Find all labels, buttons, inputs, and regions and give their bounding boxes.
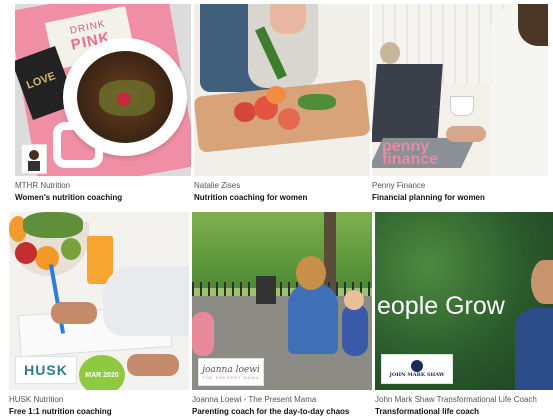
card-title[interactable]: Women's nutrition coaching <box>15 193 122 202</box>
card-author: Joanna Loewi - The Present Mama <box>192 395 317 404</box>
card-natalie-zises[interactable]: Natalie Zises Nutrition coaching for wom… <box>194 4 370 204</box>
card-title[interactable]: Parenting coach for the day-to-day chaos <box>192 407 349 416</box>
trees <box>192 212 372 288</box>
sleeve <box>103 266 189 336</box>
card-penny-finance[interactable]: penny finance Penny Finance Financial pl… <box>372 4 548 204</box>
card-thumbnail[interactable]: DRINK PINK LOVE <box>15 4 191 176</box>
husk-logo: HUSK <box>15 356 77 384</box>
card-thumbnail[interactable]: eople Grow JOHN MARK SHAW <box>375 212 553 390</box>
card-author: Penny Finance <box>372 181 426 190</box>
card-thumbnail[interactable]: HUSK MAR 2020 <box>9 212 189 390</box>
date-badge-text: MAR 2020 <box>85 371 119 379</box>
trash-bin <box>256 276 276 304</box>
card-john-mark-shaw[interactable]: eople Grow JOHN MARK SHAW John Mark Shaw… <box>375 212 553 419</box>
person-hair <box>518 4 548 46</box>
logo-name: joanna loewi <box>202 364 260 375</box>
card-thumbnail[interactable]: joanna loewi THE PRESENT MAMA <box>192 212 372 390</box>
cup <box>450 96 474 116</box>
logo-subtitle: THE PRESENT MAMA <box>202 374 260 380</box>
card-title[interactable]: Financial planning for women <box>372 193 485 202</box>
greens <box>23 212 83 238</box>
berry <box>117 92 131 106</box>
hand <box>446 126 486 142</box>
card-author: Natalie Zises <box>194 181 241 190</box>
hand-2 <box>127 354 179 376</box>
card-mthr-nutrition[interactable]: DRINK PINK LOVE MTHR Nutrition Women's n… <box>15 4 191 204</box>
kiwi <box>61 238 81 260</box>
person-shirt <box>515 308 553 390</box>
mother <box>288 284 338 354</box>
mother-hair <box>296 256 326 290</box>
card-title[interactable]: Nutrition coaching for women <box>194 193 307 202</box>
child <box>342 304 368 356</box>
card-author: HUSK Nutrition <box>9 395 64 404</box>
child-head <box>344 290 364 310</box>
penny-brand: penny finance <box>382 139 439 168</box>
card-author: MTHR Nutrition <box>15 181 71 190</box>
orange <box>35 246 59 270</box>
laptop-screen <box>372 64 443 142</box>
date-badge: MAR 2020 <box>79 355 125 390</box>
person-head <box>531 260 553 304</box>
joanna-loewi-logo: joanna loewi THE PRESENT MAMA <box>198 358 264 386</box>
hand <box>51 302 97 324</box>
love-text: LOVE <box>24 70 58 92</box>
toddler <box>192 312 214 356</box>
logo-text: JOHN MARK SHAW <box>389 372 445 378</box>
compass-icon <box>411 360 423 372</box>
card-title[interactable]: Transformational life coach <box>375 407 479 416</box>
card-thumbnail[interactable]: penny finance <box>372 4 548 176</box>
brand-finance: finance <box>382 151 439 168</box>
herbs <box>298 94 336 110</box>
husk-logo-text: HUSK <box>24 362 68 378</box>
tomato <box>234 102 256 122</box>
card-title[interactable]: Free 1:1 nutrition coaching <box>9 407 112 416</box>
tomato <box>266 86 286 104</box>
hand <box>270 4 306 34</box>
card-thumbnail[interactable] <box>194 4 370 176</box>
apple <box>15 242 37 264</box>
john-mark-shaw-logo: JOHN MARK SHAW <box>381 354 453 384</box>
card-joanna-loewi[interactable]: joanna loewi THE PRESENT MAMA Joanna Loe… <box>192 212 372 419</box>
card-husk-nutrition[interactable]: HUSK MAR 2020 HUSK Nutrition Free 1:1 nu… <box>9 212 189 419</box>
headline: eople Grow <box>377 292 505 320</box>
vase <box>380 42 400 64</box>
tomato <box>278 108 300 130</box>
author-avatar <box>21 144 47 174</box>
card-author: John Mark Shaw Transformational Life Coa… <box>375 395 537 404</box>
